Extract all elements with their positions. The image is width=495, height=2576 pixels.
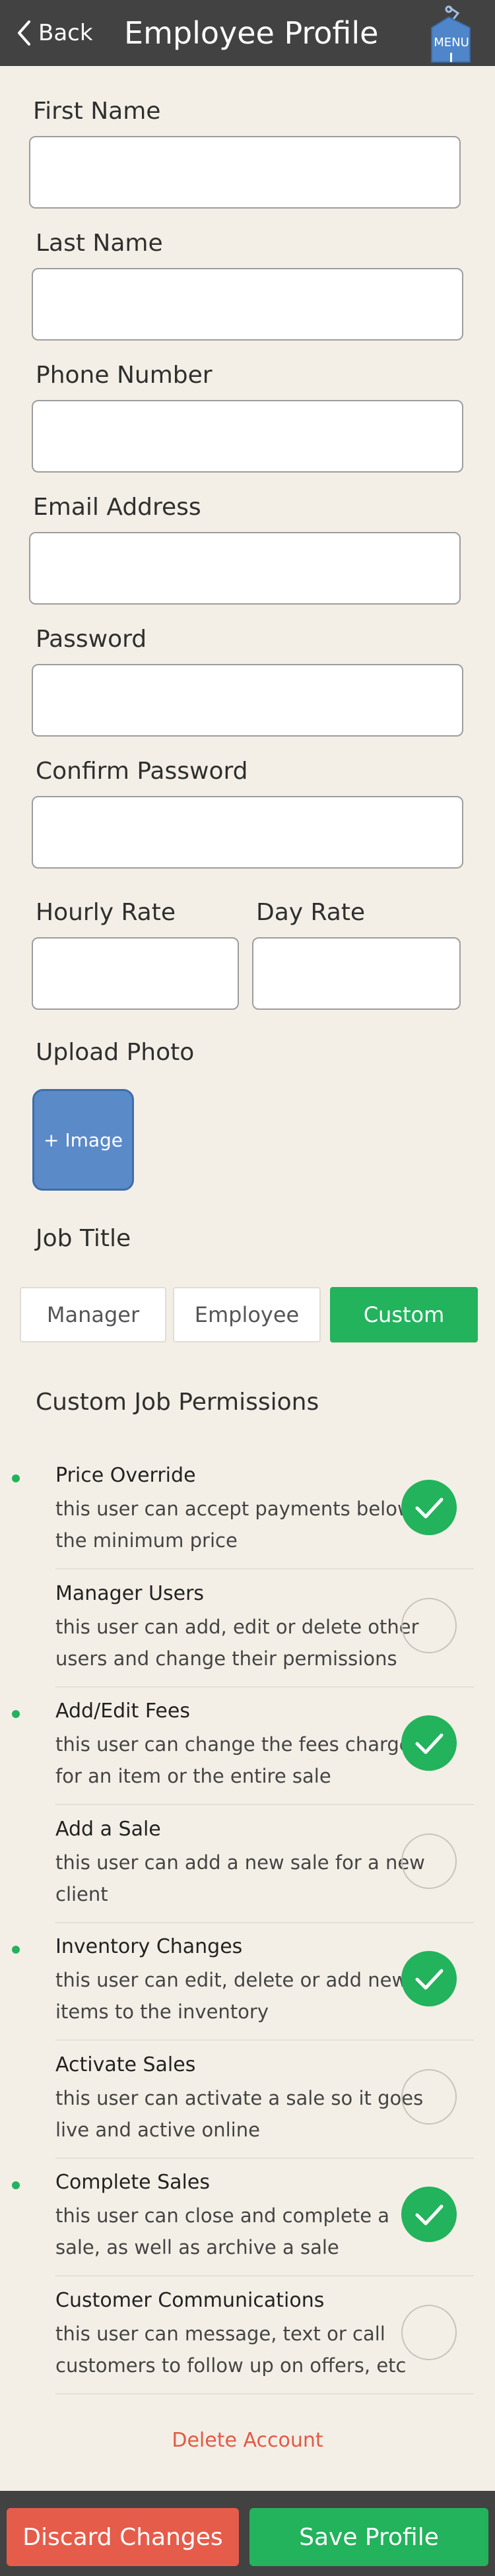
permissions-section-title: Custom Job Permissions: [36, 1389, 319, 1416]
permission-row-price-override: Price Override this user can accept paym…: [0, 1452, 495, 1569]
back-label: Back: [38, 20, 93, 46]
permission-description: this user can accept payments below the …: [55, 1498, 413, 1552]
upload-photo-label: Upload Photo: [36, 1039, 195, 1066]
row-divider: [55, 2275, 474, 2276]
add-image-button[interactable]: + Image: [32, 1089, 134, 1191]
email-address-field[interactable]: [29, 532, 461, 605]
permission-toggle[interactable]: [401, 2069, 457, 2125]
permission-title: Activate Sales: [55, 2053, 196, 2076]
permission-description: this user can add, edit or delete other …: [55, 1616, 419, 1670]
row-divider: [55, 2039, 474, 2041]
checkmark-icon: [415, 1733, 444, 1754]
permission-description: this user can change the fees charged fo…: [55, 1733, 424, 1787]
permission-description: this user can activate a sale so it goes…: [55, 2087, 424, 2141]
phone-number-field[interactable]: [32, 400, 463, 473]
checkmark-icon: [415, 2204, 444, 2226]
permission-description: this user can close and complete a sale,…: [55, 2204, 390, 2259]
phone-number-label: Phone Number: [36, 362, 213, 389]
save-profile-button[interactable]: Save Profile: [249, 2508, 488, 2566]
permission-toggle[interactable]: [401, 1480, 457, 1535]
hourly-rate-label: Hourly Rate: [36, 899, 176, 926]
password-field[interactable]: [32, 664, 463, 737]
job-title-option-custom[interactable]: Custom: [330, 1287, 478, 1342]
day-rate-field[interactable]: [252, 937, 461, 1010]
permission-description: this user can add a new sale for a new c…: [55, 1851, 425, 1905]
permission-row-activate-sales: Activate Sales this user can activate a …: [0, 2041, 495, 2159]
menu-tag-icon: [431, 5, 471, 63]
checkmark-icon: [415, 1969, 444, 1990]
enabled-indicator-dot: [12, 1710, 20, 1718]
row-divider: [55, 1804, 474, 1805]
permission-title: Add/Edit Fees: [55, 1700, 190, 1723]
permission-title: Customer Communications: [55, 2289, 325, 2312]
footer-action-bar: Discard Changes Save Profile: [0, 2491, 495, 2576]
back-button[interactable]: Back: [16, 15, 93, 51]
password-label: Password: [36, 626, 147, 653]
job-title-label: Job Title: [36, 1225, 131, 1252]
permission-toggle[interactable]: [401, 2187, 457, 2242]
enabled-indicator-dot: [12, 1474, 20, 1482]
permission-toggle[interactable]: [401, 2305, 457, 2360]
menu-button[interactable]: MENU: [426, 5, 477, 63]
email-address-label: Email Address: [33, 494, 201, 521]
permission-description: this user can message, text or call cust…: [55, 2323, 407, 2377]
job-title-option-manager[interactable]: Manager: [20, 1287, 166, 1342]
permission-row-add-edit-fees: Add/Edit Fees this user can change the f…: [0, 1688, 495, 1805]
permission-title: Inventory Changes: [55, 1935, 243, 1958]
permission-row-customer-communications: Customer Communications this user can me…: [0, 2277, 495, 2394]
permission-title: Manager Users: [55, 1582, 205, 1605]
permission-toggle[interactable]: [401, 1715, 457, 1771]
delete-account-link[interactable]: Delete Account: [0, 2429, 495, 2452]
permission-row-inventory-changes: Inventory Changes this user can edit, de…: [0, 1923, 495, 2041]
permission-title: Complete Sales: [55, 2171, 210, 2194]
permission-title: Price Override: [55, 1464, 196, 1487]
row-divider: [55, 2393, 474, 2394]
permission-toggle[interactable]: [401, 1833, 457, 1889]
first-name-field[interactable]: [29, 136, 461, 209]
row-divider: [55, 1568, 474, 1569]
page-title: Employee Profile: [124, 15, 379, 51]
permission-toggle[interactable]: [401, 1598, 457, 1653]
permission-title: Add a Sale: [55, 1818, 161, 1841]
confirm-password-field[interactable]: [32, 796, 463, 869]
day-rate-label: Day Rate: [256, 899, 366, 926]
discard-changes-button[interactable]: Discard Changes: [7, 2508, 239, 2566]
permission-row-complete-sales: Complete Sales this user can close and c…: [0, 2159, 495, 2276]
menu-label: MENU: [434, 36, 469, 50]
top-nav-bar: Back Employee Profile MENU: [0, 0, 495, 66]
permission-row-add-a-sale: Add a Sale this user can add a new sale …: [0, 1806, 495, 1923]
chevron-left-icon: [18, 20, 30, 46]
last-name-label: Last Name: [36, 230, 163, 257]
confirm-password-label: Confirm Password: [36, 758, 248, 785]
permission-row-manager-users: Manager Users this user can add, edit or…: [0, 1570, 495, 1688]
enabled-indicator-dot: [12, 1946, 20, 1954]
last-name-field[interactable]: [32, 268, 463, 341]
checkmark-icon: [415, 1498, 444, 1519]
hourly-rate-field[interactable]: [32, 937, 239, 1010]
first-name-label: First Name: [33, 98, 161, 125]
permission-toggle[interactable]: [401, 1951, 457, 2006]
enabled-indicator-dot: [12, 2181, 20, 2189]
permission-description: this user can edit, delete or add new it…: [55, 1969, 408, 2023]
job-title-option-employee[interactable]: Employee: [173, 1287, 321, 1342]
